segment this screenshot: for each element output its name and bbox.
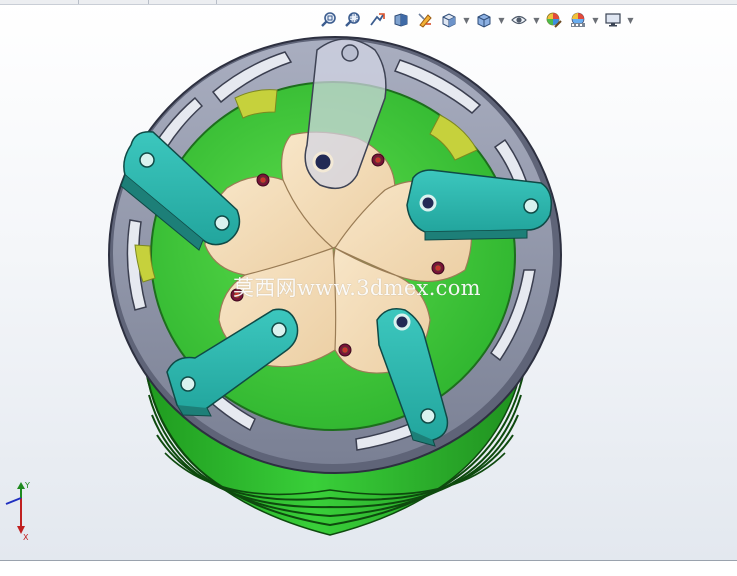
triad-y-label: Y — [24, 481, 30, 490]
view-settings-icon[interactable] — [602, 9, 624, 31]
tab-segment[interactable] — [0, 0, 79, 4]
triad-x-label: X — [23, 533, 29, 542]
tab-segment[interactable] — [148, 0, 217, 4]
bottom-status-bar — [0, 560, 737, 576]
graphics-viewport[interactable]: ▼ ▼ ▼ ▼ ▼ 莫西网www.3dmex.com X Y — [0, 0, 737, 560]
triad-y-arrow — [17, 482, 25, 489]
feature-tree-tab-strip — [0, 0, 737, 5]
chevron-down-icon[interactable]: ▼ — [626, 9, 635, 31]
watermark-text: 莫西网www.3dmex.com — [233, 276, 481, 300]
chevron-down-icon[interactable]: ▼ — [591, 9, 600, 31]
tab-segment[interactable] — [78, 0, 149, 4]
reference-triad: X Y — [5, 481, 30, 542]
triad-z-axis — [5, 497, 22, 505]
